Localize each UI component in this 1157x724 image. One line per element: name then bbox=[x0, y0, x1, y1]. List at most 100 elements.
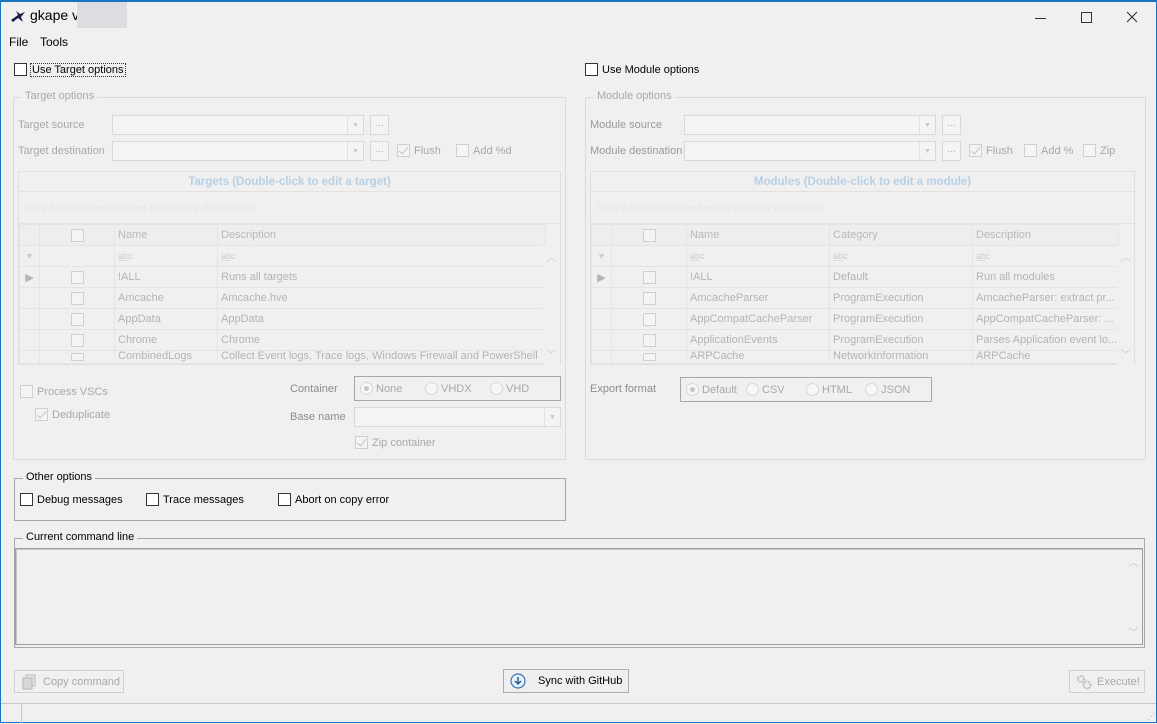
modules-scrollbar[interactable]: ︿ ﹀ bbox=[1117, 245, 1134, 365]
row-checkbox[interactable] bbox=[642, 270, 656, 284]
chevron-down-icon[interactable]: ▼ bbox=[544, 408, 560, 426]
checkbox-box[interactable] bbox=[1024, 144, 1037, 157]
select-all-cell[interactable] bbox=[39, 224, 115, 246]
table-row[interactable]: Amcache Amcache.hve bbox=[19, 287, 546, 309]
execute-button[interactable]: Execute! bbox=[1069, 670, 1145, 693]
table-row[interactable]: ▶ !ALL Runs all targets bbox=[19, 266, 546, 288]
module-destination-combo[interactable]: ▼ bbox=[684, 141, 936, 161]
process-vscs-checkbox[interactable]: Process VSCs bbox=[20, 385, 108, 398]
abort-on-copy-error-checkbox[interactable]: Abort on copy error bbox=[278, 493, 389, 506]
zip-container-checkbox[interactable]: Zip container bbox=[355, 436, 436, 449]
filter-name-cell[interactable]: a̲b̲c bbox=[686, 245, 830, 267]
column-header-name[interactable]: Name bbox=[686, 224, 830, 246]
radio-button[interactable] bbox=[490, 382, 503, 395]
table-row[interactable]: Chrome Chrome bbox=[19, 329, 546, 351]
radio-button[interactable] bbox=[360, 382, 373, 395]
targets-group-panel[interactable]: Drag a column header here to group by th… bbox=[19, 193, 560, 224]
trace-messages-checkbox[interactable]: Trace messages bbox=[146, 493, 244, 506]
use-module-options-checkbox[interactable]: Use Module options bbox=[585, 63, 699, 76]
close-button[interactable] bbox=[1109, 2, 1155, 32]
module-add-percent-checkbox[interactable]: Add % bbox=[1024, 144, 1073, 157]
base-name-combo[interactable]: ▼ bbox=[354, 407, 561, 427]
radio-button[interactable] bbox=[686, 383, 699, 396]
row-select-cell[interactable] bbox=[39, 287, 115, 309]
scroll-up-icon[interactable]: ︿ bbox=[547, 249, 557, 264]
checkbox-box[interactable] bbox=[1083, 144, 1096, 157]
copy-command-button[interactable]: Copy command bbox=[14, 670, 124, 693]
command-scrollbar[interactable]: ︿ ﹀ bbox=[1125, 550, 1142, 643]
row-checkbox[interactable] bbox=[642, 291, 656, 305]
row-select-cell[interactable] bbox=[39, 266, 115, 288]
checkbox-box[interactable] bbox=[585, 63, 598, 76]
checkbox-box[interactable] bbox=[456, 144, 469, 157]
export-json-radio[interactable]: JSON bbox=[865, 383, 910, 396]
checkbox-box[interactable] bbox=[14, 63, 27, 76]
export-html-radio[interactable]: HTML bbox=[806, 383, 852, 396]
filter-name-cell[interactable]: a̲b̲c bbox=[114, 245, 218, 267]
row-checkbox[interactable] bbox=[642, 333, 656, 347]
targets-scrollbar[interactable]: ︿ ﹀ bbox=[543, 245, 560, 365]
row-checkbox[interactable] bbox=[642, 312, 656, 326]
module-destination-browse-button[interactable]: ... bbox=[942, 141, 961, 161]
container-none-radio[interactable]: None bbox=[360, 382, 402, 395]
row-select-cell[interactable] bbox=[611, 308, 687, 330]
target-source-browse-button[interactable]: ... bbox=[370, 115, 389, 135]
target-add-d-checkbox[interactable]: Add %d bbox=[456, 144, 512, 157]
row-select-cell[interactable] bbox=[611, 266, 687, 288]
sync-github-button[interactable]: Sync with GitHub bbox=[503, 669, 629, 693]
container-vhd-radio[interactable]: VHD bbox=[490, 382, 529, 395]
chevron-down-icon[interactable]: ▼ bbox=[347, 116, 363, 134]
export-default-radio[interactable]: Default bbox=[686, 383, 737, 396]
scroll-down-icon[interactable]: ﹀ bbox=[1121, 346, 1131, 361]
column-header-description[interactable]: Description bbox=[217, 224, 546, 246]
export-csv-radio[interactable]: CSV bbox=[746, 383, 785, 396]
row-select-cell[interactable] bbox=[611, 350, 687, 364]
row-select-cell[interactable] bbox=[611, 287, 687, 309]
minimize-button[interactable] bbox=[1017, 2, 1063, 32]
radio-button[interactable] bbox=[746, 383, 759, 396]
radio-button[interactable] bbox=[806, 383, 819, 396]
checkbox-box[interactable] bbox=[278, 493, 291, 506]
checkbox-box[interactable] bbox=[146, 493, 159, 506]
scroll-down-icon[interactable]: ﹀ bbox=[547, 346, 557, 361]
target-flush-checkbox[interactable]: Flush bbox=[397, 144, 441, 157]
deduplicate-checkbox[interactable]: Deduplicate bbox=[35, 408, 110, 421]
row-select-cell[interactable] bbox=[39, 350, 115, 364]
row-select-cell[interactable] bbox=[39, 329, 115, 351]
checkbox-box[interactable] bbox=[20, 385, 33, 398]
checkbox-box[interactable] bbox=[20, 493, 33, 506]
resize-grip-icon[interactable]: ⋰ bbox=[1147, 713, 1156, 722]
row-checkbox[interactable] bbox=[70, 353, 84, 362]
menu-file[interactable]: File bbox=[9, 35, 28, 49]
row-select-cell[interactable] bbox=[611, 329, 687, 351]
table-row[interactable]: AppData AppData bbox=[19, 308, 546, 330]
chevron-down-icon[interactable]: ▼ bbox=[919, 116, 935, 134]
filter-category-cell[interactable]: a̲b̲c bbox=[829, 245, 973, 267]
scroll-down-icon[interactable]: ﹀ bbox=[1129, 624, 1139, 639]
row-checkbox[interactable] bbox=[70, 291, 84, 305]
row-checkbox[interactable] bbox=[70, 312, 84, 326]
modules-grid[interactable]: Modules (Double-click to edit a module) … bbox=[590, 171, 1135, 365]
maximize-button[interactable] bbox=[1063, 2, 1109, 32]
module-source-combo[interactable]: ▼ bbox=[684, 115, 936, 135]
row-checkbox[interactable] bbox=[70, 333, 84, 347]
checkbox-box[interactable] bbox=[35, 408, 48, 421]
radio-button[interactable] bbox=[425, 382, 438, 395]
table-row[interactable]: ApplicationEvents ProgramExecution Parse… bbox=[591, 329, 1119, 351]
table-row[interactable]: AmcacheParser ProgramExecution AmcachePa… bbox=[591, 287, 1119, 309]
table-row[interactable]: AppCompatCacheParser ProgramExecution Ap… bbox=[591, 308, 1119, 330]
targets-grid[interactable]: Targets (Double-click to edit a target) … bbox=[18, 171, 561, 365]
target-destination-browse-button[interactable]: ... bbox=[370, 141, 389, 161]
checkbox-box[interactable] bbox=[355, 436, 368, 449]
menu-tools[interactable]: Tools bbox=[40, 35, 68, 49]
select-all-checkbox[interactable] bbox=[70, 228, 84, 242]
module-flush-checkbox[interactable]: Flush bbox=[969, 144, 1013, 157]
module-zip-checkbox[interactable]: Zip bbox=[1083, 144, 1115, 157]
select-all-cell[interactable] bbox=[611, 224, 687, 246]
filter-description-cell[interactable]: a̲b̲c bbox=[217, 245, 546, 267]
container-vhdx-radio[interactable]: VHDX bbox=[425, 382, 472, 395]
row-select-cell[interactable] bbox=[39, 308, 115, 330]
scroll-up-icon[interactable]: ︿ bbox=[1129, 554, 1139, 569]
table-row[interactable]: ARPCache NetworkInformation ARPCache bbox=[591, 350, 1119, 364]
select-all-checkbox[interactable] bbox=[642, 228, 656, 242]
